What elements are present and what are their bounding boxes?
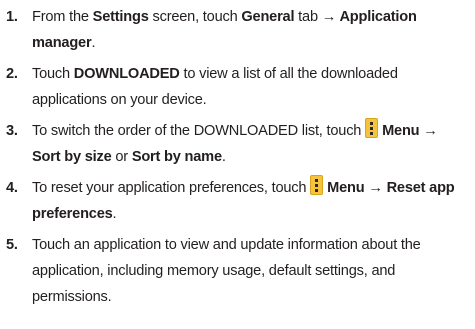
step-number: 1. [6, 9, 18, 25]
step-text: or [111, 149, 132, 165]
step-text: screen, touch [148, 9, 242, 25]
step-text: From the [32, 9, 93, 25]
step-text: Touch [32, 66, 74, 82]
instruction-steps-list: 1. From the Settings screen, touch Gener… [0, 4, 475, 310]
downloaded-term: DOWNLOADED [73, 66, 180, 82]
step-3: 3. To switch the order of the DOWNLOADED… [0, 118, 475, 170]
step-number: 2. [6, 66, 18, 82]
step-number: 5. [6, 237, 18, 253]
step-text: . [112, 206, 117, 222]
step-5: 5. Touch an application to view and upda… [0, 232, 475, 310]
step-text: tab [294, 9, 322, 25]
menu-icon [365, 118, 379, 138]
step-text: . [221, 149, 226, 165]
menu-icon [310, 175, 324, 195]
sort-by-name-term: Sort by name [131, 149, 222, 165]
step-2: 2. Touch DOWNLOADED to view a list of al… [0, 61, 475, 113]
step-1: 1. From the Settings screen, touch Gener… [0, 4, 475, 56]
document-page: 1. From the Settings screen, touch Gener… [0, 0, 475, 329]
settings-term: Settings [92, 9, 149, 25]
step-text: . [91, 35, 96, 51]
step-text: To reset your application preferences, t… [32, 180, 311, 196]
step-text: Touch an application to view and update … [32, 237, 421, 305]
step-number: 3. [6, 123, 18, 139]
step-4: 4. To reset your application preferences… [0, 175, 475, 227]
step-text: To switch the order of the DOWNLOADED li… [32, 123, 366, 139]
general-term: General [241, 9, 295, 25]
step-number: 4. [6, 180, 18, 196]
